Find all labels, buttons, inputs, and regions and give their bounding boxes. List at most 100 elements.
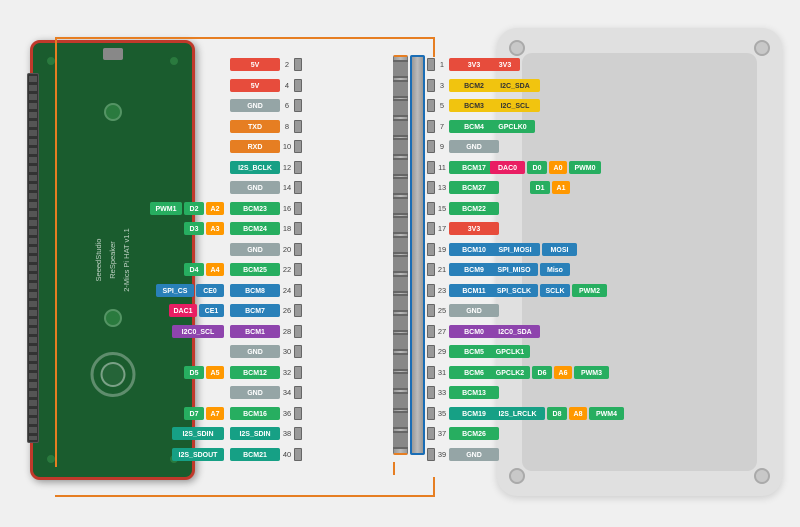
pin-num-r23: 23 xyxy=(435,286,449,295)
fn-r13: D1 A1 xyxy=(490,178,624,198)
el-r12 xyxy=(148,158,224,178)
pin-row-r37: 37 BCM26 xyxy=(427,424,499,444)
pin-num-40: 40 xyxy=(280,450,294,459)
el-ce0: CE0 xyxy=(196,284,224,297)
pin-row-16: BCM23 16 xyxy=(230,199,302,219)
pin-row-30: GND 30 xyxy=(230,342,302,362)
el-r14 xyxy=(148,178,224,198)
pin-row-r27: 27 BCM0 xyxy=(427,322,499,342)
pin-dot-16 xyxy=(294,202,302,215)
board-logo xyxy=(90,352,135,397)
fn-label-gpclk1: GPCLK1 xyxy=(490,345,530,358)
pin-dot-28 xyxy=(294,325,302,338)
pin-row-r15: 15 BCM22 xyxy=(427,199,499,219)
pin-dot-r11 xyxy=(427,161,435,174)
fn-label-pwm4: PWM4 xyxy=(589,407,624,420)
fn-r19: SPI_MOSI MOSI xyxy=(490,240,624,260)
fn-label-a1: A1 xyxy=(552,181,570,194)
pin-label-4: 5V xyxy=(230,79,280,92)
pin-dot-r27 xyxy=(427,325,435,338)
el-r6 xyxy=(148,96,224,116)
pin-num-10: 10 xyxy=(280,142,294,151)
fn-label-sclk: SCLK xyxy=(540,284,570,297)
fn-r1: 3V3 xyxy=(490,55,624,75)
el-r26: DAC1 CE1 xyxy=(148,301,224,321)
pin-dot-22 xyxy=(294,263,302,276)
pin-num-6: 6 xyxy=(280,101,294,110)
fn-r17 xyxy=(490,219,624,239)
pin-row-r19: 19 BCM10 xyxy=(427,240,499,260)
fn-label-i2csda: I2C_SDA xyxy=(490,79,540,92)
el-r2 xyxy=(148,55,224,75)
fn-label-i2cscl: I2C_SCL xyxy=(490,99,540,112)
board-brand: SeeedStudio xyxy=(92,228,106,292)
pin-num-38: 38 xyxy=(280,429,294,438)
pin-dot-r3 xyxy=(427,79,435,92)
pin-row-10: RXD 10 xyxy=(230,137,302,157)
pin-num-r9: 9 xyxy=(435,142,449,151)
pin-label-30: GND xyxy=(230,345,280,358)
el-d2: D2 xyxy=(184,202,204,215)
pin-num-r25: 25 xyxy=(435,306,449,315)
pin-row-r1: 1 3V3 xyxy=(427,55,499,75)
pin-row-20: GND 20 xyxy=(230,240,302,260)
el-r36: D7 A7 xyxy=(148,404,224,424)
fn-r15 xyxy=(490,199,624,219)
pin-label-26: BCM7 xyxy=(230,304,280,317)
pin-dot-10 xyxy=(294,140,302,153)
left-pin-dots xyxy=(393,60,408,449)
fn-r3: I2C_SDA xyxy=(490,76,624,96)
pin-dot-24 xyxy=(294,284,302,297)
el-r30 xyxy=(148,342,224,362)
pin-row-8: TXD 8 xyxy=(230,117,302,137)
fn-label-gpclk2: GPCLK2 xyxy=(490,366,530,379)
pin-dot-32 xyxy=(294,366,302,379)
fn-label-d6: D6 xyxy=(532,366,552,379)
fn-r9 xyxy=(490,137,624,157)
pin-dot-r31 xyxy=(427,366,435,379)
fn-r7: GPCLK0 xyxy=(490,117,624,137)
pin-num-36: 36 xyxy=(280,409,294,418)
el-r8 xyxy=(148,117,224,137)
el-i2c0scl: I2C0_SCL xyxy=(172,325,224,338)
fn-label-a6: A6 xyxy=(554,366,572,379)
pin-num-r1: 1 xyxy=(435,60,449,69)
orange-wire-bottom xyxy=(55,495,435,497)
pin-num-16: 16 xyxy=(280,204,294,213)
fn-r29: GPCLK1 xyxy=(490,342,624,362)
el-a3: A3 xyxy=(206,222,224,235)
fn-r27: I2C0_SDA xyxy=(490,322,624,342)
el-d4: D4 xyxy=(184,263,204,276)
pin-num-26: 26 xyxy=(280,306,294,315)
gpio-header xyxy=(27,73,39,443)
el-r34 xyxy=(148,383,224,403)
fn-label-spimosi: SPI_MOSI xyxy=(490,243,540,256)
pin-num-34: 34 xyxy=(280,388,294,397)
fn-label-pwm3: PWM3 xyxy=(574,366,609,379)
main-container: SeeedStudio ReSpeaker 2-Mics Pi HAT v1.1 xyxy=(0,0,800,527)
corner-screw-tl xyxy=(509,40,525,56)
pin-row-32: BCM12 32 xyxy=(230,363,302,383)
el-r32: D5 A5 xyxy=(148,363,224,383)
pin-label-20: GND xyxy=(230,243,280,256)
el-i2ssdin: I2S_SDIN xyxy=(172,427,224,440)
pin-dot-36 xyxy=(294,407,302,420)
pin-row-r17: 17 3V3 xyxy=(427,219,499,239)
pin-row-r5: 5 BCM3 xyxy=(427,96,499,116)
right-connector-block xyxy=(410,55,425,455)
pin-label-12: I2S_BCLK xyxy=(230,161,280,174)
pin-dot-38 xyxy=(294,427,302,440)
pin-row-r7: 7 BCM4 xyxy=(427,117,499,137)
pin-dot-r21 xyxy=(427,263,435,276)
pin-dot-14 xyxy=(294,181,302,194)
pin-dot-2 xyxy=(294,58,302,71)
pin-dot-r35 xyxy=(427,407,435,420)
fn-label-spimiso: SPI_MISO xyxy=(490,263,538,276)
pin-row-18: BCM24 18 xyxy=(230,219,302,239)
pin-row-36: BCM16 36 xyxy=(230,404,302,424)
pin-num-r27: 27 xyxy=(435,327,449,336)
pin-row-38: I2S_SDIN 38 xyxy=(230,424,302,444)
pin-dot-30 xyxy=(294,345,302,358)
pin-dot-34 xyxy=(294,386,302,399)
pin-num-18: 18 xyxy=(280,224,294,233)
